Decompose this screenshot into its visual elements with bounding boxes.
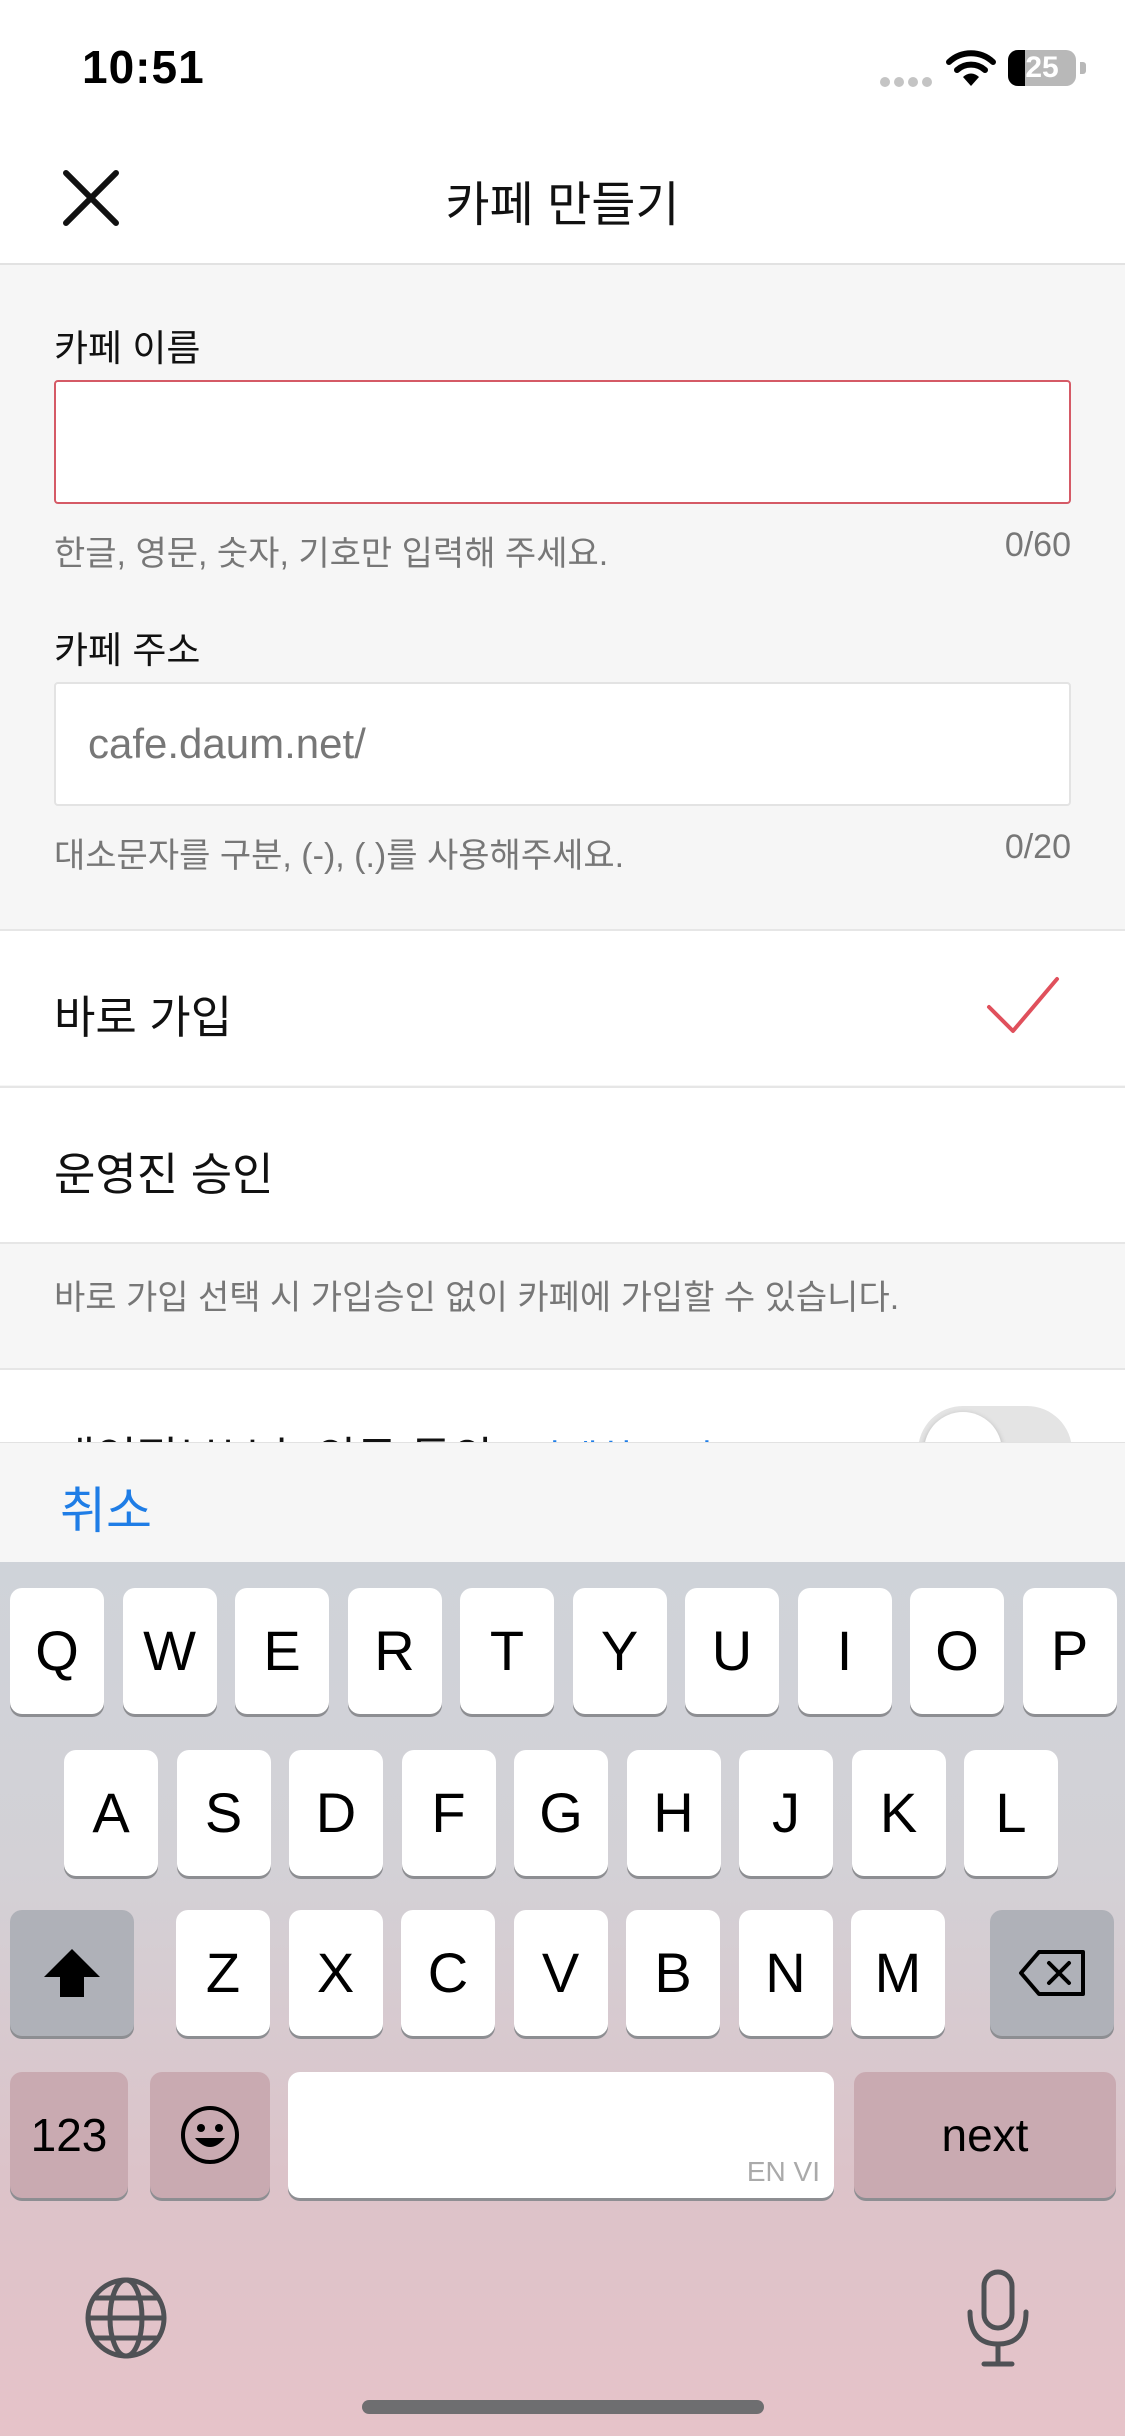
key-a[interactable]: A — [64, 1750, 158, 1876]
key-p[interactable]: P — [1022, 1588, 1117, 1714]
key-r[interactable]: R — [347, 1588, 442, 1714]
cafe-name-counter: 0/60 — [1004, 526, 1071, 564]
join-option-label: 바로 가입 — [54, 992, 233, 1043]
key-j[interactable]: J — [739, 1750, 833, 1876]
join-option-approval[interactable]: 운영진 승인 — [0, 1086, 1125, 1244]
key-g[interactable]: G — [514, 1750, 608, 1876]
cafe-address-input[interactable] — [56, 684, 1069, 804]
emoji-key[interactable] — [150, 2072, 270, 2198]
key-d[interactable]: D — [289, 1750, 383, 1876]
numbers-key[interactable]: 123 — [10, 2072, 128, 2198]
key-f[interactable]: F — [401, 1750, 496, 1876]
key-t[interactable]: T — [460, 1588, 554, 1714]
join-option-label: 운영진 승인 — [54, 1149, 274, 1200]
key-n[interactable]: N — [738, 1910, 833, 2036]
keyboard: 123 EN VI next QWERTYUIOP ASDFGHJKL ZXCVBN… — [0, 1562, 1125, 2436]
checkmark-icon — [987, 977, 1059, 1033]
backspace-icon — [1019, 1950, 1085, 1996]
key-y[interactable]: Y — [572, 1588, 667, 1714]
home-indicator — [362, 2400, 764, 2414]
keyboard-accessory-bar: 취소 — [0, 1442, 1125, 1562]
key-l[interactable]: L — [964, 1750, 1058, 1876]
key-h[interactable]: H — [626, 1750, 721, 1876]
status-bar: 10:51 25 — [0, 0, 1125, 135]
key-b[interactable]: B — [626, 1910, 720, 2036]
battery-icon: 25 — [1008, 50, 1076, 86]
key-w[interactable]: W — [122, 1588, 217, 1714]
key-s[interactable]: S — [176, 1750, 271, 1876]
cellular-signal-icon — [880, 74, 936, 87]
key-k[interactable]: K — [851, 1750, 946, 1876]
nav-bar: 카페 만들기 — [0, 135, 1125, 265]
microphone-icon[interactable] — [964, 2268, 1032, 2368]
next-key[interactable]: next — [854, 2072, 1116, 2198]
cancel-button[interactable]: 취소 — [60, 1471, 152, 1543]
cafe-address-label: 카페 주소 — [54, 630, 201, 671]
key-c[interactable]: C — [401, 1910, 495, 2036]
cafe-address-field[interactable] — [54, 682, 1071, 806]
cafe-name-label: 카페 이름 — [54, 328, 201, 369]
page-title: 카페 만들기 — [445, 179, 680, 232]
battery-level: 25 — [1025, 51, 1059, 84]
cafe-address-counter: 0/20 — [1004, 828, 1071, 866]
space-language-label: EN VI — [746, 2156, 820, 2187]
status-time: 10:51 — [82, 41, 205, 93]
key-u[interactable]: U — [685, 1588, 779, 1714]
space-key[interactable]: EN VI — [288, 2072, 834, 2198]
key-x[interactable]: X — [288, 1910, 383, 2036]
key-m[interactable]: M — [851, 1910, 945, 2036]
key-z[interactable]: Z — [176, 1910, 270, 2036]
cafe-name-input[interactable] — [56, 382, 1069, 502]
key-i[interactable]: I — [797, 1588, 892, 1714]
emoji-icon — [181, 2106, 239, 2164]
shift-icon — [44, 1949, 100, 1997]
key-q[interactable]: Q — [10, 1588, 104, 1714]
shift-key[interactable] — [10, 1910, 134, 2036]
battery-tip — [1080, 62, 1086, 74]
key-e[interactable]: E — [235, 1588, 329, 1714]
cafe-address-helper: 대소문자를 구분, (-), (.)를 사용해주세요. — [54, 837, 625, 875]
join-option-instant[interactable]: 바로 가입 — [0, 929, 1125, 1085]
cafe-name-helper: 한글, 영문, 숫자, 기호만 입력해 주세요. — [54, 535, 609, 573]
key-v[interactable]: V — [513, 1910, 608, 2036]
backspace-key[interactable] — [990, 1910, 1114, 2036]
join-option-info: 바로 가입 선택 시 가입승인 없이 카페에 가입할 수 있습니다. — [54, 1279, 900, 1317]
globe-icon[interactable] — [84, 2276, 168, 2360]
cafe-name-field[interactable] — [54, 380, 1071, 504]
wifi-icon — [946, 50, 996, 86]
key-o[interactable]: O — [910, 1588, 1004, 1714]
